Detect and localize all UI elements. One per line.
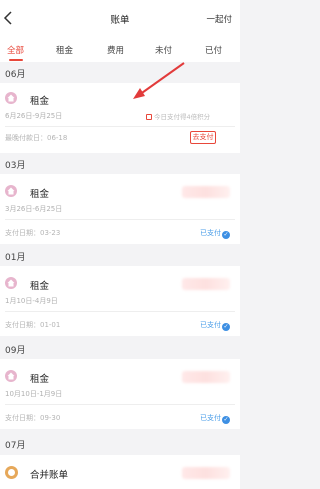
month-header: 09月: [5, 346, 26, 356]
bill-period: 6月26日-9月25日: [5, 112, 63, 120]
amount-redacted: [182, 467, 230, 479]
pay-date: 支付日期：01-01: [5, 321, 61, 329]
nav-bar: 账单 一起付: [0, 0, 240, 40]
tab-indicator: [9, 59, 23, 61]
bill-card[interactable]: 租金 3月26日-6月25日 支付日期：03-23 已支付 ✓: [0, 174, 240, 244]
tab-all[interactable]: 全部: [7, 44, 24, 56]
month-header: 07月: [5, 441, 26, 451]
amount-redacted: [182, 371, 230, 383]
paid-status: 已支付 ✓: [200, 413, 230, 424]
paid-label: 已支付: [200, 321, 221, 329]
bill-title: 租金: [30, 189, 50, 200]
pay-date: 支付日期：03-23: [5, 229, 61, 237]
amount-redacted: [182, 278, 230, 290]
bill-period: 3月26日-6月25日: [5, 205, 63, 213]
bill-card[interactable]: 合并账单: [0, 455, 240, 489]
tab-rent[interactable]: 租金: [56, 44, 73, 56]
bill-card[interactable]: 租金 10月10日-1月9日 支付日期：09-30 已支付 ✓: [0, 359, 240, 429]
paid-status: 已支付 ✓: [200, 228, 230, 239]
house-icon: [5, 370, 17, 382]
tab-bar: 全部 租金 费用 未付 已付: [0, 40, 240, 62]
check-icon: ✓: [222, 416, 230, 424]
paid-label: 已支付: [200, 229, 221, 237]
month-header: 03月: [5, 161, 26, 171]
check-icon: ✓: [222, 231, 230, 239]
amount-redacted: [182, 186, 230, 198]
house-icon: [5, 277, 17, 289]
gift-icon: [146, 114, 152, 120]
paid-status: 已支付 ✓: [200, 320, 230, 331]
divider: [5, 126, 235, 127]
check-icon: ✓: [222, 323, 230, 331]
bill-title: 租金: [30, 281, 50, 292]
bill-card[interactable]: 租金 1月10日-4月9日 支付日期：01-01 已支付 ✓: [0, 266, 240, 336]
page-title: 账单: [110, 15, 130, 26]
tab-paid[interactable]: 已付: [205, 44, 222, 56]
month-header: 01月: [5, 253, 26, 263]
bill-title: 合并账单: [30, 470, 69, 481]
divider: [5, 311, 235, 312]
month-header: 06月: [5, 70, 26, 80]
house-icon: [5, 92, 17, 104]
bill-title: 租金: [30, 96, 50, 107]
bill-title: 租金: [30, 374, 50, 385]
promo-text: 今日支付得4倍积分: [154, 113, 211, 121]
pay-now-button[interactable]: 去支付: [190, 131, 216, 144]
tab-unpaid[interactable]: 未付: [155, 44, 172, 56]
pay-together-button[interactable]: 一起付: [206, 13, 232, 25]
merge-bill-icon: [5, 466, 18, 479]
paid-label: 已支付: [200, 414, 221, 422]
bill-period: 10月10日-1月9日: [5, 390, 63, 398]
due-date: 最晚付款日：06-18: [5, 134, 68, 142]
bill-card[interactable]: 租金 6月26日-9月25日 今日支付得4倍积分 最晚付款日：06-18 去支付: [0, 83, 240, 153]
tab-fees[interactable]: 费用: [107, 44, 124, 56]
points-promo: 今日支付得4倍积分: [146, 111, 210, 121]
divider: [5, 219, 235, 220]
bill-period: 1月10日-4月9日: [5, 297, 58, 305]
pay-date: 支付日期：09-30: [5, 414, 61, 422]
divider: [5, 404, 235, 405]
house-icon: [5, 185, 17, 197]
